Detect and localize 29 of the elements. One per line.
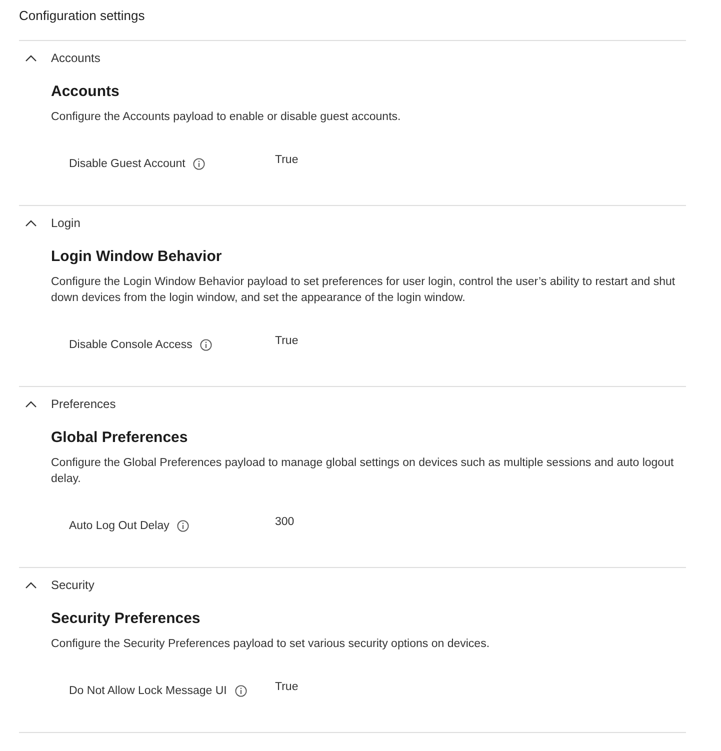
section-heading: Security Preferences <box>51 610 202 628</box>
setting-value: 300 <box>275 515 294 529</box>
section-description: Configure the Accounts payload to enable or disable guest accounts. <box>51 110 402 125</box>
setting-label: Disable Guest Account <box>69 158 186 170</box>
section-toggle[interactable]: Security <box>19 576 94 594</box>
section-toggle[interactable]: Preferences <box>19 395 116 413</box>
chevron-icon <box>25 581 37 589</box>
section-toggle[interactable]: Accounts <box>19 49 100 67</box>
setting-label: Disable Console Access <box>69 339 192 351</box>
setting-value: True <box>275 153 298 167</box>
section-heading: Accounts <box>51 83 120 101</box>
info-icon[interactable] <box>200 339 212 351</box>
info-icon[interactable] <box>193 158 206 170</box>
page-title: Configuration settings <box>19 8 686 41</box>
section-description: Configure the Global Preferences payload to manage global settings on devices such as multiple sessions and auto logout delay. <box>51 456 675 487</box>
chevron-icon <box>25 400 37 408</box>
section-heading: Global Preferences <box>51 429 189 447</box>
setting-label: Do Not Allow Lock Message UI <box>69 685 227 697</box>
chevron-icon <box>25 219 37 227</box>
section-description: Configure the Security Preferences payload to set various security options on devices. <box>51 637 491 652</box>
info-icon[interactable] <box>234 685 247 697</box>
section-description: Configure the Login Window Behavior payload to set preferences for user login, control the user’s ability to restart and shut down devices from the login window, and set the appearance of the login window. <box>51 275 676 306</box>
setting-value: True <box>275 334 298 348</box>
section-heading: Login Window Behavior <box>51 248 223 266</box>
setting-value: True <box>275 680 298 694</box>
setting-label: Auto Log Out Delay <box>69 520 170 532</box>
info-icon[interactable] <box>177 520 190 532</box>
chevron-icon <box>25 54 37 62</box>
section-toggle[interactable]: Login <box>19 214 80 232</box>
